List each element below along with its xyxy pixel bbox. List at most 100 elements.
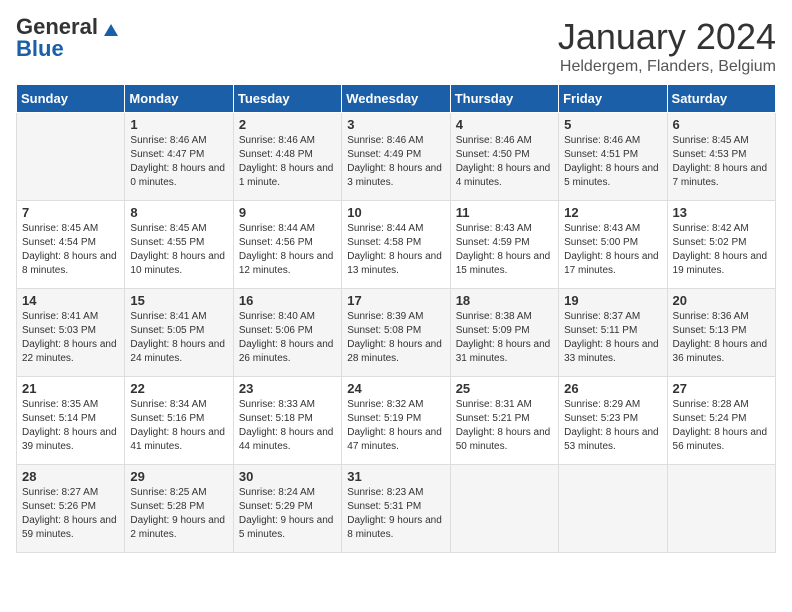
calendar-cell: 7Sunrise: 8:45 AMSunset: 4:54 PMDaylight… xyxy=(17,201,125,289)
day-number: 18 xyxy=(456,293,553,308)
day-number: 15 xyxy=(130,293,227,308)
cell-info: Sunrise: 8:41 AMSunset: 5:05 PMDaylight:… xyxy=(130,310,227,366)
cell-info: Sunrise: 8:33 AMSunset: 5:18 PMDaylight:… xyxy=(239,398,336,454)
calendar-cell: 30 Sunrise: 8:24 AMSunset: 5:29 PMDayligh… xyxy=(233,465,341,553)
cell-info: Sunrise: 8:46 AMSunset: 4:49 PMDaylight:… xyxy=(347,134,444,190)
calendar-cell: 6 Sunrise: 8:45 AMSunset: 4:53 PMDaylight… xyxy=(667,113,775,201)
day-number: 27 xyxy=(673,381,770,396)
cell-info: Sunrise: 8:23 AMSunset: 5:31 PMDaylight:… xyxy=(347,486,444,542)
calendar-week-row: 14 Sunrise: 8:41 AMSunset: 5:03 PMDayligh… xyxy=(17,289,776,377)
calendar-cell xyxy=(667,465,775,553)
day-number: 17 xyxy=(347,293,444,308)
day-number: 4 xyxy=(456,117,553,132)
cell-info: Sunrise: 8:37 AMSunset: 5:11 PMDaylight:… xyxy=(564,310,661,366)
calendar-cell: 25 Sunrise: 8:31 AMSunset: 5:21 PMDayligh… xyxy=(450,377,558,465)
calendar-cell: 10Sunrise: 8:44 AMSunset: 4:58 PMDayligh… xyxy=(342,201,450,289)
calendar-cell: 8 Sunrise: 8:45 AMSunset: 4:55 PMDaylight… xyxy=(125,201,233,289)
calendar-cell: 23Sunrise: 8:33 AMSunset: 5:18 PMDayligh… xyxy=(233,377,341,465)
day-number: 12 xyxy=(564,205,661,220)
cell-info: Sunrise: 8:41 AMSunset: 5:03 PMDaylight:… xyxy=(22,310,119,366)
cell-info: Sunrise: 8:43 AMSunset: 4:59 PMDaylight:… xyxy=(456,222,553,278)
title-block: January 2024 Heldergem, Flanders, Belgiu… xyxy=(558,16,776,76)
cell-info: Sunrise: 8:46 AMSunset: 4:48 PMDaylight:… xyxy=(239,134,336,190)
cell-info: Sunrise: 8:39 AMSunset: 5:08 PMDaylight:… xyxy=(347,310,444,366)
calendar-cell: 3 Sunrise: 8:46 AMSunset: 4:49 PMDaylight… xyxy=(342,113,450,201)
cell-info: Sunrise: 8:25 AMSunset: 5:28 PMDaylight:… xyxy=(130,486,227,542)
cell-info: Sunrise: 8:46 AMSunset: 4:47 PMDaylight:… xyxy=(130,134,227,190)
calendar-cell: 28Sunrise: 8:27 AMSunset: 5:26 PMDayligh… xyxy=(17,465,125,553)
day-number: 7 xyxy=(22,205,119,220)
calendar-cell: 17 Sunrise: 8:39 AMSunset: 5:08 PMDayligh… xyxy=(342,289,450,377)
calendar-cell: 27 Sunrise: 8:28 AMSunset: 5:24 PMDayligh… xyxy=(667,377,775,465)
calendar-cell: 20 Sunrise: 8:36 AMSunset: 5:13 PMDayligh… xyxy=(667,289,775,377)
calendar-cell: 14 Sunrise: 8:41 AMSunset: 5:03 PMDayligh… xyxy=(17,289,125,377)
cell-info: Sunrise: 8:36 AMSunset: 5:13 PMDaylight:… xyxy=(673,310,770,366)
day-header: Friday xyxy=(559,85,667,113)
cell-info: Sunrise: 8:40 AMSunset: 5:06 PMDaylight:… xyxy=(239,310,336,366)
cell-info: Sunrise: 8:44 AMSunset: 4:56 PMDaylight:… xyxy=(239,222,336,278)
day-header: Sunday xyxy=(17,85,125,113)
day-number: 24 xyxy=(347,381,444,396)
day-header: Tuesday xyxy=(233,85,341,113)
calendar-week-row: 1 Sunrise: 8:46 AMSunset: 4:47 PMDaylight… xyxy=(17,113,776,201)
day-number: 2 xyxy=(239,117,336,132)
day-number: 25 xyxy=(456,381,553,396)
cell-info: Sunrise: 8:46 AMSunset: 4:50 PMDaylight:… xyxy=(456,134,553,190)
day-number: 1 xyxy=(130,117,227,132)
day-number: 26 xyxy=(564,381,661,396)
day-number: 14 xyxy=(22,293,119,308)
calendar-cell: 5Sunrise: 8:46 AMSunset: 4:51 PMDaylight… xyxy=(559,113,667,201)
calendar-cell: 24 Sunrise: 8:32 AMSunset: 5:19 PMDayligh… xyxy=(342,377,450,465)
calendar-cell: 9 Sunrise: 8:44 AMSunset: 4:56 PMDaylight… xyxy=(233,201,341,289)
cell-info: Sunrise: 8:27 AMSunset: 5:26 PMDaylight:… xyxy=(22,486,119,542)
cell-info: Sunrise: 8:28 AMSunset: 5:24 PMDaylight:… xyxy=(673,398,770,454)
cell-info: Sunrise: 8:31 AMSunset: 5:21 PMDaylight:… xyxy=(456,398,553,454)
cell-info: Sunrise: 8:32 AMSunset: 5:19 PMDaylight:… xyxy=(347,398,444,454)
cell-info: Sunrise: 8:45 AMSunset: 4:53 PMDaylight:… xyxy=(673,134,770,190)
header-row: SundayMondayTuesdayWednesdayThursdayFrid… xyxy=(17,85,776,113)
calendar-cell: 19Sunrise: 8:37 AMSunset: 5:11 PMDayligh… xyxy=(559,289,667,377)
cell-info: Sunrise: 8:45 AMSunset: 4:55 PMDaylight:… xyxy=(130,222,227,278)
logo: General Blue xyxy=(16,16,118,60)
calendar-cell: 12 Sunrise: 8:43 AMSunset: 5:00 PMDayligh… xyxy=(559,201,667,289)
cell-info: Sunrise: 8:42 AMSunset: 5:02 PMDaylight:… xyxy=(673,222,770,278)
cell-info: Sunrise: 8:43 AMSunset: 5:00 PMDaylight:… xyxy=(564,222,661,278)
page-header: General Blue January 2024 Heldergem, Fla… xyxy=(16,16,776,76)
cell-info: Sunrise: 8:44 AMSunset: 4:58 PMDaylight:… xyxy=(347,222,444,278)
calendar-cell: 13 Sunrise: 8:42 AMSunset: 5:02 PMDayligh… xyxy=(667,201,775,289)
day-header: Thursday xyxy=(450,85,558,113)
cell-info: Sunrise: 8:38 AMSunset: 5:09 PMDaylight:… xyxy=(456,310,553,366)
day-number: 29 xyxy=(130,469,227,484)
calendar-table: SundayMondayTuesdayWednesdayThursdayFrid… xyxy=(16,84,776,553)
day-number: 13 xyxy=(673,205,770,220)
calendar-subtitle: Heldergem, Flanders, Belgium xyxy=(558,58,776,76)
cell-info: Sunrise: 8:35 AMSunset: 5:14 PMDaylight:… xyxy=(22,398,119,454)
day-number: 9 xyxy=(239,205,336,220)
calendar-cell: 16Sunrise: 8:40 AMSunset: 5:06 PMDayligh… xyxy=(233,289,341,377)
logo-icon xyxy=(104,24,118,36)
calendar-cell: 15 Sunrise: 8:41 AMSunset: 5:05 PMDayligh… xyxy=(125,289,233,377)
day-header: Wednesday xyxy=(342,85,450,113)
calendar-week-row: 21 Sunrise: 8:35 AMSunset: 5:14 PMDayligh… xyxy=(17,377,776,465)
calendar-cell: 4 Sunrise: 8:46 AMSunset: 4:50 PMDaylight… xyxy=(450,113,558,201)
day-number: 21 xyxy=(22,381,119,396)
day-number: 3 xyxy=(347,117,444,132)
cell-info: Sunrise: 8:34 AMSunset: 5:16 PMDaylight:… xyxy=(130,398,227,454)
day-number: 11 xyxy=(456,205,553,220)
calendar-cell xyxy=(17,113,125,201)
calendar-cell: 18 Sunrise: 8:38 AMSunset: 5:09 PMDayligh… xyxy=(450,289,558,377)
calendar-title: January 2024 xyxy=(558,16,776,58)
day-number: 8 xyxy=(130,205,227,220)
calendar-cell: 2 Sunrise: 8:46 AMSunset: 4:48 PMDaylight… xyxy=(233,113,341,201)
cell-info: Sunrise: 8:24 AMSunset: 5:29 PMDaylight:… xyxy=(239,486,336,542)
day-number: 6 xyxy=(673,117,770,132)
calendar-cell: 11 Sunrise: 8:43 AMSunset: 4:59 PMDayligh… xyxy=(450,201,558,289)
day-number: 30 xyxy=(239,469,336,484)
calendar-cell: 31 Sunrise: 8:23 AMSunset: 5:31 PMDayligh… xyxy=(342,465,450,553)
day-header: Saturday xyxy=(667,85,775,113)
calendar-week-row: 7Sunrise: 8:45 AMSunset: 4:54 PMDaylight… xyxy=(17,201,776,289)
day-number: 31 xyxy=(347,469,444,484)
calendar-cell: 26Sunrise: 8:29 AMSunset: 5:23 PMDayligh… xyxy=(559,377,667,465)
day-number: 20 xyxy=(673,293,770,308)
calendar-cell: 1 Sunrise: 8:46 AMSunset: 4:47 PMDaylight… xyxy=(125,113,233,201)
